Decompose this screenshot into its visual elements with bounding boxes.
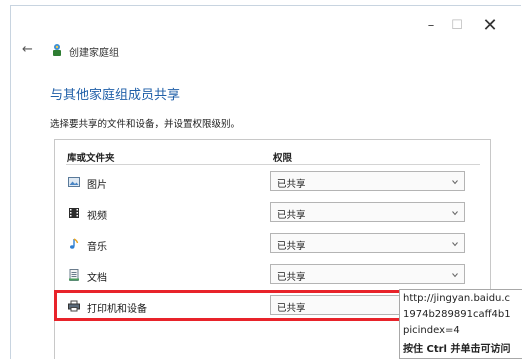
item-label-videos: 视频 [87,211,107,222]
item-label-pictures: 图片 [87,180,107,191]
permission-select-documents[interactable]: 已共享 [270,264,465,284]
window-title: 创建家庭组 [69,48,119,59]
item-label-documents: 文档 [87,273,107,284]
close-button[interactable]: ✕ [470,14,510,38]
permission-select-pictures[interactable]: 已共享 [270,171,465,191]
chevron-down-icon [452,211,458,216]
list-item: 视频 已共享 [66,202,470,224]
documents-icon [69,269,79,281]
header-divider [66,164,480,165]
page-title: 与其他家庭组成员共享 [50,88,181,103]
homegroup-icon [53,44,61,56]
select-value: 已共享 [277,210,306,221]
chevron-down-icon [452,242,458,247]
list-item: 图片 已共享 [66,171,470,193]
chevron-down-icon [452,273,458,278]
column-header-permission: 权限 [273,153,293,164]
back-arrow-icon[interactable]: ← [22,42,33,57]
highlight-box [54,290,404,321]
link-tooltip: http://jingyan.baidu.c 1974b289891caff4b… [399,289,522,359]
videos-icon [69,208,79,218]
chevron-down-icon [452,180,458,185]
instruction-text: 选择要共享的文件和设备，并设置权限级别。 [50,119,241,130]
select-value: 已共享 [277,179,306,190]
column-header-library: 库或文件夹 [67,153,115,164]
select-value: 已共享 [277,272,306,283]
select-value: 已共享 [277,241,306,252]
tooltip-line: picindex=4 [403,325,460,336]
list-item: 音乐 已共享 [66,233,470,255]
tooltip-line: http://jingyan.baidu.c [403,293,511,304]
list-item: 文档 已共享 [66,264,470,286]
pictures-icon [68,177,80,187]
music-icon [70,238,79,249]
tooltip-line: 按住 Ctrl 并单击可访问 [403,344,511,355]
permission-select-videos[interactable]: 已共享 [270,202,465,222]
permission-select-music[interactable]: 已共享 [270,233,465,253]
tooltip-line: 1974b289891caff4b1 [403,309,511,320]
item-label-music: 音乐 [87,242,107,253]
